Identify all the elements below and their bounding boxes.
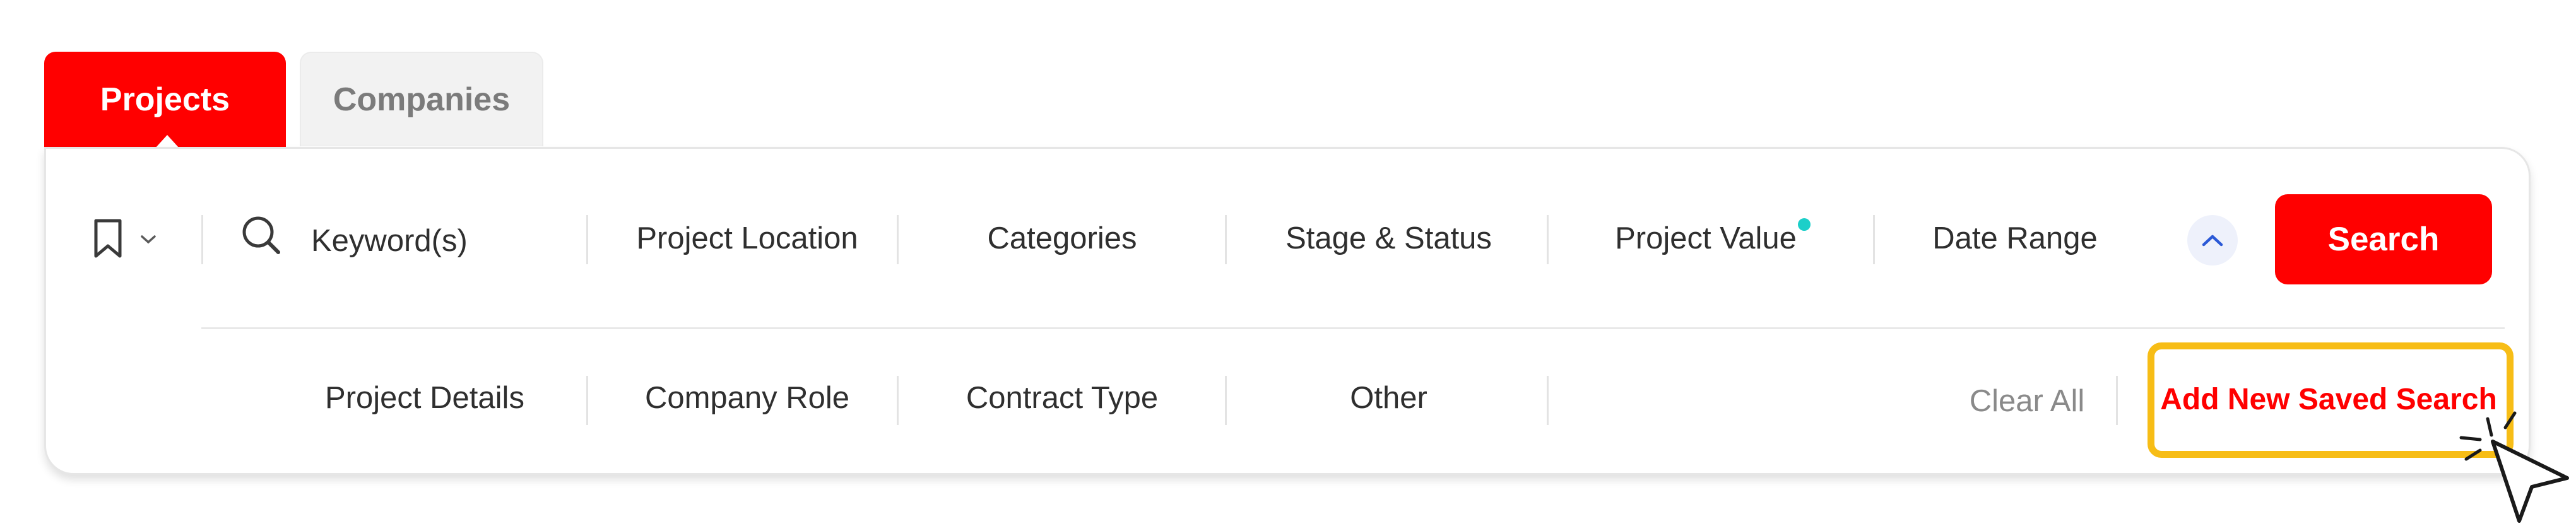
- collapse-filters-button[interactable]: [2187, 215, 2238, 266]
- keyword-input-label: Keyword(s): [311, 224, 468, 258]
- search-button[interactable]: Search: [2275, 194, 2492, 284]
- chevron-down-icon: [141, 235, 156, 244]
- divider: [586, 376, 588, 425]
- divider: [2116, 376, 2118, 425]
- saved-searches-dropdown[interactable]: [87, 212, 163, 269]
- clear-all-button[interactable]: Clear All: [1954, 370, 2100, 433]
- tab-projects-label: Projects: [100, 81, 230, 118]
- filter-other[interactable]: Other: [1229, 366, 1548, 429]
- divider: [1873, 215, 1875, 264]
- search-icon: [242, 216, 280, 254]
- filter-contract-type[interactable]: Contract Type: [901, 366, 1223, 429]
- search-panel: Keyword(s) Project Location Categories S…: [44, 147, 2531, 475]
- divider: [1547, 376, 1549, 425]
- row-separator: [201, 327, 2505, 329]
- active-filter-dot: [1797, 218, 1811, 231]
- divider: [1225, 215, 1227, 264]
- tab-companies-label: Companies: [333, 81, 511, 118]
- pointer-cursor-icon: [2455, 410, 2575, 528]
- filter-stage-status[interactable]: Stage & Status: [1229, 207, 1548, 270]
- keyword-search-field[interactable]: Keyword(s): [235, 206, 614, 275]
- filter-company-role[interactable]: Company Role: [599, 366, 895, 429]
- tab-projects[interactable]: Projects: [44, 52, 286, 149]
- divider: [897, 215, 899, 264]
- divider: [1225, 376, 1227, 425]
- filter-categories[interactable]: Categories: [901, 207, 1223, 270]
- divider: [201, 215, 203, 264]
- divider: [1547, 215, 1549, 264]
- filter-date-range[interactable]: Date Range: [1879, 207, 2151, 270]
- filter-project-location[interactable]: Project Location: [599, 207, 895, 270]
- divider: [586, 215, 588, 264]
- filter-project-value-label: Project Value: [1615, 221, 1797, 255]
- add-new-saved-search-button[interactable]: Add New Saved Search: [2160, 363, 2497, 436]
- filter-project-details[interactable]: Project Details: [280, 366, 570, 429]
- tab-companies[interactable]: Companies: [300, 52, 543, 146]
- filter-project-value[interactable]: Project Value: [1551, 207, 1873, 270]
- chevron-up-icon: [2202, 235, 2223, 247]
- bookmark-icon: [94, 219, 122, 258]
- divider: [897, 376, 899, 425]
